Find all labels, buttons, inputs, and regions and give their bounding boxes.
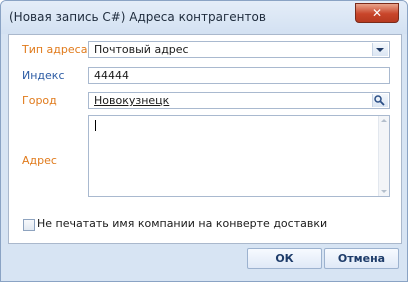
close-icon: ✕ <box>371 6 383 20</box>
scroll-up-icon[interactable] <box>381 119 387 122</box>
close-button[interactable]: ✕ <box>355 3 399 23</box>
search-icon <box>374 95 385 106</box>
dropdown-button[interactable] <box>372 43 388 56</box>
index-field[interactable]: 44444 <box>88 67 390 84</box>
ok-button[interactable]: ОК <box>247 248 322 269</box>
address-type-value: Почтовый адрес <box>94 43 189 56</box>
index-label: Индекс <box>22 69 65 82</box>
text-caret <box>95 120 96 131</box>
address-label: Адрес <box>22 154 57 167</box>
dialog-window: (Новая запись C#) Адреса контрагентов ✕ … <box>0 0 408 282</box>
no-company-name-label[interactable]: Не печатать имя компании на конверте дос… <box>37 217 327 230</box>
city-label: Город <box>22 94 57 107</box>
chevron-down-icon <box>376 48 384 52</box>
address-type-select[interactable]: Почтовый адрес <box>88 41 390 58</box>
title-bar: (Новая запись C#) Адреса контрагентов ✕ <box>1 1 407 34</box>
scroll-down-icon[interactable] <box>381 190 387 193</box>
city-field[interactable]: Новокузнецк <box>88 92 390 109</box>
index-value: 44444 <box>94 69 129 82</box>
city-search-button[interactable] <box>372 94 388 107</box>
cancel-button[interactable]: Отмена <box>324 248 399 269</box>
vertical-scrollbar[interactable] <box>378 116 389 196</box>
window-title: (Новая запись C#) Адреса контрагентов <box>9 10 266 24</box>
no-company-name-checkbox[interactable] <box>23 219 35 231</box>
city-value[interactable]: Новокузнецк <box>94 94 169 107</box>
form-body: Тип адреса Почтовый адрес Индекс 44444 Г… <box>8 34 402 244</box>
address-type-label: Тип адреса <box>22 43 88 56</box>
address-textarea[interactable] <box>88 115 390 197</box>
